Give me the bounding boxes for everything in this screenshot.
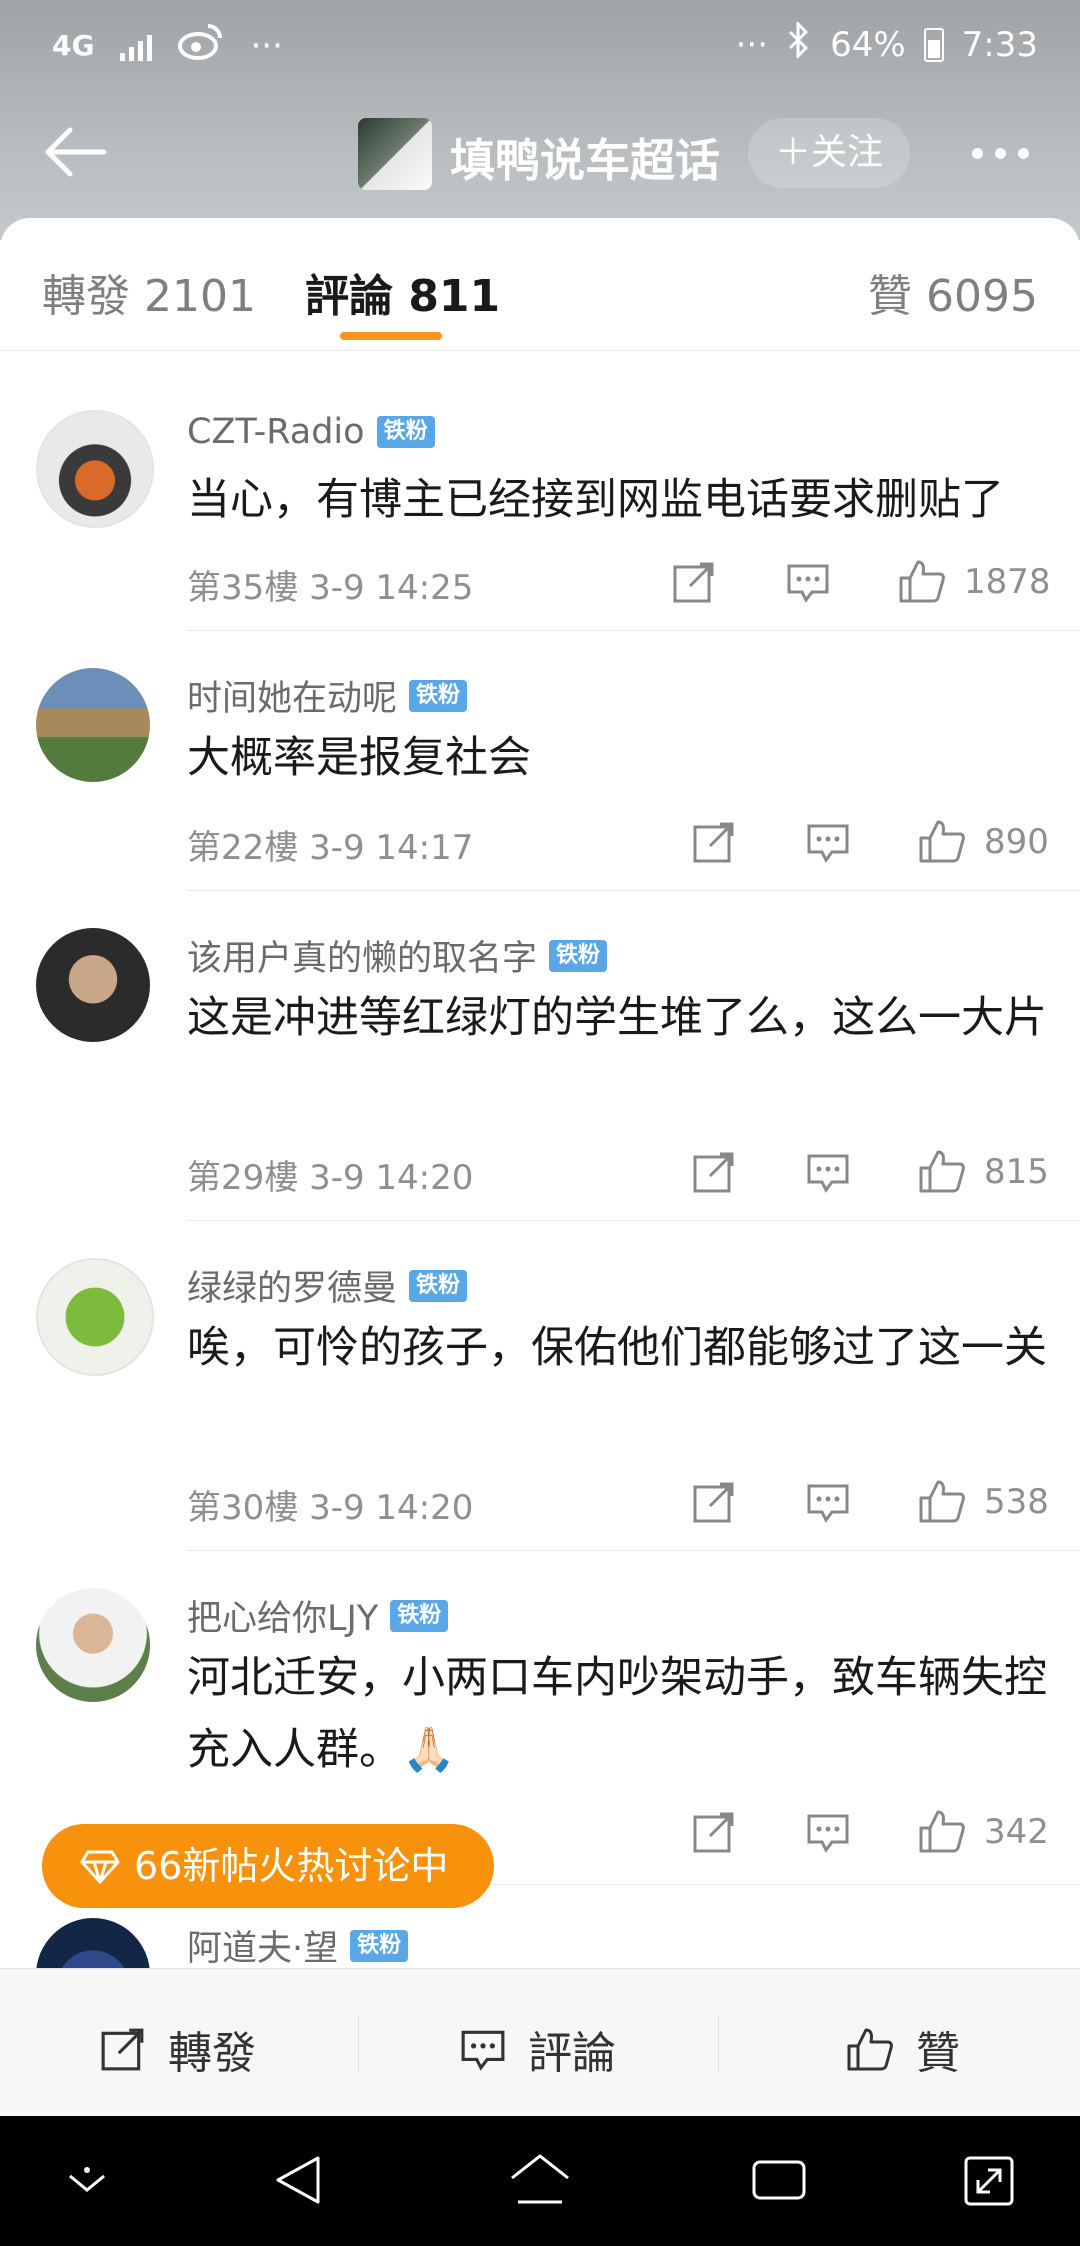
like-icon[interactable] bbox=[898, 558, 946, 604]
comment-divider bbox=[187, 630, 1080, 631]
share-icon[interactable] bbox=[692, 1810, 736, 1854]
comment-divider bbox=[187, 1550, 1080, 1551]
back-nav-icon[interactable] bbox=[272, 2152, 326, 2208]
back-button[interactable] bbox=[40, 122, 110, 182]
status-more-icon: ··· bbox=[250, 25, 283, 66]
comment-author[interactable]: 该用户真的懒的取名字 铁粉 bbox=[187, 930, 608, 981]
like-count: 815 bbox=[984, 1152, 1049, 1192]
tab-like[interactable]: 贊 6095 bbox=[868, 260, 1038, 324]
battery-percent: 64% bbox=[830, 24, 906, 65]
comment-author[interactable]: 阿道夫·望 铁粉 bbox=[187, 1920, 409, 1971]
user-avatar[interactable] bbox=[36, 928, 150, 1042]
follow-button[interactable]: ＋关注 bbox=[748, 118, 910, 188]
tab-comment[interactable]: 評論 811 bbox=[305, 260, 500, 324]
comment-icon[interactable] bbox=[806, 1810, 850, 1854]
fan-badge: 铁粉 bbox=[390, 1599, 449, 1632]
author-name[interactable]: 把心给你LJY bbox=[187, 1590, 378, 1641]
repost-button[interactable]: 轉發 bbox=[100, 2017, 256, 2081]
system-navigation-bar bbox=[0, 2116, 1080, 2246]
like-icon[interactable] bbox=[918, 1808, 966, 1854]
author-name[interactable]: 该用户真的懒的取名字 bbox=[187, 930, 537, 981]
share-icon[interactable] bbox=[672, 560, 716, 604]
comment-author[interactable]: 绿绿的罗德曼 铁粉 bbox=[187, 1260, 468, 1311]
like-icon bbox=[847, 2028, 893, 2071]
share-icon[interactable] bbox=[692, 1150, 736, 1194]
comment-icon[interactable] bbox=[806, 1150, 850, 1194]
bluetooth-icon bbox=[786, 20, 812, 67]
fan-badge: 铁粉 bbox=[350, 1929, 409, 1962]
user-avatar[interactable] bbox=[36, 1258, 154, 1376]
fan-badge: 铁粉 bbox=[409, 679, 468, 712]
hot-banner-label: 66新帖火热讨论中 bbox=[134, 1844, 449, 1888]
bar-divider bbox=[358, 2015, 359, 2071]
comment-text: 大概率是报复社会 bbox=[187, 733, 531, 783]
comment-divider bbox=[187, 1220, 1080, 1221]
topic-avatar[interactable] bbox=[358, 118, 432, 190]
comment-icon[interactable] bbox=[786, 560, 830, 604]
expand-icon[interactable] bbox=[962, 2152, 1016, 2208]
hot-discussion-banner[interactable]: 66新帖火热讨论中 bbox=[42, 1824, 494, 1908]
home-nav-icon[interactable] bbox=[508, 2152, 572, 2208]
comment-text: 河北迁安，小两口车内吵架动手，致车辆失控充入人群。🙏🏻 bbox=[187, 1653, 1047, 1775]
like-icon[interactable] bbox=[918, 818, 966, 864]
tab-bar: 轉發 2101 評論 811 贊 6095 bbox=[0, 218, 1080, 351]
fan-badge: 铁粉 bbox=[376, 416, 435, 448]
like-count: 538 bbox=[984, 1482, 1049, 1522]
share-icon[interactable] bbox=[692, 1480, 736, 1524]
network-type: 4G bbox=[52, 29, 95, 62]
status-more-icon-right: ··· bbox=[735, 24, 769, 65]
user-avatar[interactable] bbox=[36, 668, 150, 782]
comment-icon[interactable] bbox=[806, 820, 850, 864]
fan-badge: 铁粉 bbox=[549, 939, 608, 972]
like-count: 342 bbox=[984, 1812, 1049, 1852]
active-tab-indicator bbox=[340, 332, 442, 340]
battery-icon bbox=[923, 27, 944, 62]
comment-meta: 第29樓 3-9 14:20 bbox=[187, 1158, 474, 1198]
recent-apps-icon[interactable] bbox=[750, 2152, 808, 2206]
author-name[interactable]: 时间她在动呢 bbox=[187, 670, 397, 721]
author-name[interactable]: 绿绿的罗德曼 bbox=[187, 1260, 397, 1311]
comment-author[interactable]: 时间她在动呢 铁粉 bbox=[187, 670, 468, 721]
comment-text: 这是冲进等红绿灯的学生堆了么，这么一大片 bbox=[187, 993, 1047, 1043]
comment-icon bbox=[461, 2030, 505, 2071]
bar-divider bbox=[718, 2015, 719, 2071]
back-arrow-icon bbox=[45, 127, 107, 177]
diamond-icon bbox=[80, 1850, 120, 1884]
like-count: 890 bbox=[984, 822, 1049, 862]
user-avatar[interactable] bbox=[36, 1588, 150, 1702]
user-avatar[interactable] bbox=[36, 410, 154, 528]
top-header: 填鸭说车超话 ＋关注 bbox=[0, 100, 1080, 210]
comment-text: 当心，有博主已经接到网监电话要求删贴了 bbox=[187, 475, 1004, 525]
like-button[interactable]: 贊 bbox=[846, 2017, 960, 2081]
comment-author[interactable]: 把心给你LJY 铁粉 bbox=[187, 1590, 449, 1641]
status-bar: 4G ··· ··· 64% 7:33 bbox=[0, 0, 1080, 90]
author-name[interactable]: CZT-Radio bbox=[187, 412, 365, 452]
comment-meta: 第22樓 3-9 14:17 bbox=[187, 828, 474, 868]
topic-title[interactable]: 填鸭说车超话 bbox=[450, 124, 720, 189]
comment-icon[interactable] bbox=[806, 1480, 850, 1524]
like-count: 1878 bbox=[964, 562, 1051, 602]
comment-label: 評論 bbox=[528, 2028, 616, 2079]
bottom-action-bar: 轉發 評論 贊 bbox=[0, 1968, 1080, 2117]
signal-icon bbox=[120, 31, 153, 61]
hide-keyboard-icon[interactable] bbox=[64, 2166, 110, 2196]
share-icon bbox=[101, 2028, 144, 2071]
comment-meta: 第30樓 3-9 14:20 bbox=[187, 1488, 474, 1528]
repost-label: 轉發 bbox=[168, 2028, 256, 2079]
comment-text: 唉，可怜的孩子，保佑他们都能够过了这一关 bbox=[187, 1323, 1047, 1373]
like-label: 贊 bbox=[916, 2028, 960, 2079]
share-icon[interactable] bbox=[692, 820, 736, 864]
comment-author[interactable]: CZT-Radio 铁粉 bbox=[187, 412, 435, 452]
like-icon[interactable] bbox=[918, 1148, 966, 1194]
more-options-button[interactable] bbox=[972, 148, 1029, 159]
tab-repost[interactable]: 轉發 2101 bbox=[42, 260, 256, 324]
fan-badge: 铁粉 bbox=[409, 1269, 468, 1302]
comment-button[interactable]: 評論 bbox=[460, 2017, 616, 2081]
author-name[interactable]: 阿道夫·望 bbox=[187, 1920, 338, 1971]
clock: 7:33 bbox=[961, 24, 1038, 65]
comment-divider bbox=[187, 890, 1080, 891]
weibo-icon bbox=[178, 22, 224, 69]
comment-meta: 第35樓 3-9 14:25 bbox=[187, 568, 474, 608]
like-icon[interactable] bbox=[918, 1478, 966, 1524]
